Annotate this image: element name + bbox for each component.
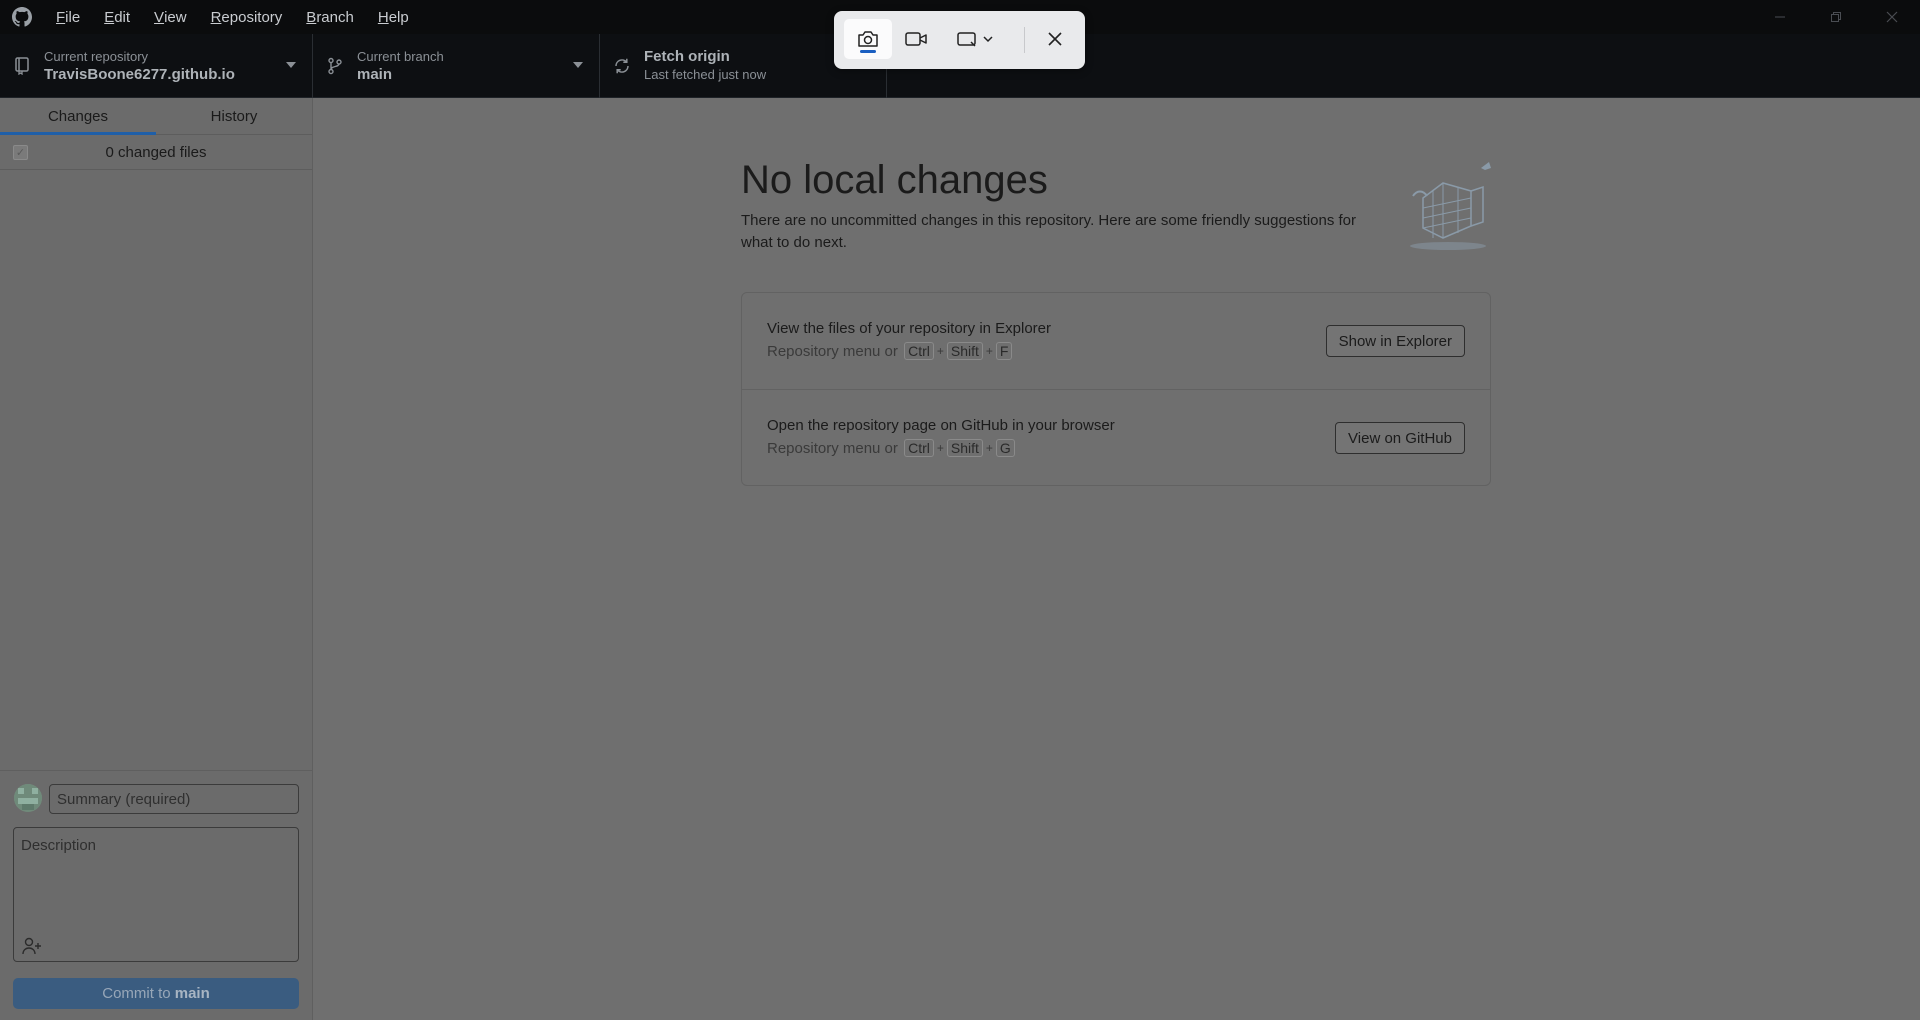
current-branch-label: Current branch [357, 49, 444, 64]
description-input[interactable] [14, 828, 298, 928]
menu-help[interactable]: Help [366, 0, 421, 34]
suggestion-title: View the files of your repository in Exp… [767, 320, 1052, 337]
commit-panel: Commit to main [0, 770, 312, 1020]
view-on-github-button[interactable]: View on GitHub [1335, 422, 1465, 454]
suggestions-list: View the files of your repository in Exp… [741, 292, 1491, 486]
tab-changes[interactable]: Changes [0, 98, 156, 135]
plus-icon: + [985, 441, 993, 455]
menu-branch[interactable]: Branch [294, 0, 366, 34]
menu-edit[interactable]: Edit [92, 0, 142, 34]
intro-text: There are no uncommitted changes in this… [741, 212, 1357, 251]
key-shift: Shift [946, 439, 983, 457]
plus-icon: + [985, 344, 993, 358]
video-icon[interactable] [892, 19, 940, 59]
current-repository-label: Current repository [44, 49, 149, 64]
sidebar: Changes History ✓ 0 changed files Commit… [0, 98, 313, 1020]
suggestion-shortcut: Repository menu or Ctrl + Shift + G [767, 439, 1017, 457]
menu-view[interactable]: View [142, 0, 199, 34]
suggestion-title: Open the repository page on GitHub in yo… [767, 417, 1115, 434]
add-coauthor-icon[interactable] [19, 935, 45, 957]
restore-icon[interactable] [1808, 0, 1864, 34]
page-title: No local changes [741, 158, 1048, 202]
current-repository-value: TravisBoone6277.github.io [44, 66, 235, 83]
current-branch-value: main [357, 66, 393, 83]
current-branch-dropdown[interactable]: Current branch main [313, 34, 600, 98]
snipping-toolbar [834, 11, 1085, 69]
menu-bar: File Edit View Repository Branch Help [44, 0, 421, 34]
description-box [13, 827, 299, 962]
camera-icon[interactable] [844, 19, 892, 59]
key-f: F [995, 342, 1013, 360]
suggestion-explorer: View the files of your repository in Exp… [742, 293, 1490, 389]
last-fetched-text: Last fetched just now [644, 67, 767, 82]
commit-button-branch: main [174, 985, 210, 1002]
sidebar-tabs: Changes History [0, 98, 312, 135]
plus-icon: + [936, 441, 944, 455]
suggestion-shortcut: Repository menu or Ctrl + Shift + F [767, 342, 1014, 360]
key-shift: Shift [946, 342, 983, 360]
main-content: No local changes There are no uncommitte… [313, 98, 1920, 1020]
sync-icon [600, 57, 644, 75]
menu-repository[interactable]: Repository [199, 0, 295, 34]
menu-file[interactable]: File [44, 0, 92, 34]
tab-history[interactable]: History [156, 98, 312, 134]
github-icon [0, 0, 44, 34]
suggestion-hint: Repository menu or [767, 439, 898, 457]
minimize-icon[interactable] [1752, 0, 1808, 34]
key-ctrl: Ctrl [904, 439, 934, 457]
window-controls [1752, 0, 1920, 34]
divider [1024, 27, 1025, 53]
fetch-origin-label: Fetch origin [644, 48, 730, 65]
suggestion-github: Open the repository page on GitHub in yo… [742, 389, 1490, 485]
close-window-icon[interactable] [1864, 0, 1920, 34]
current-repository-dropdown[interactable]: Current repository TravisBoone6277.githu… [0, 34, 313, 98]
show-in-explorer-button[interactable]: Show in Explorer [1325, 325, 1465, 357]
commit-button-prefix: Commit to [102, 985, 175, 1002]
chevron-down-icon [573, 62, 583, 68]
select-all-checkbox[interactable]: ✓ [13, 144, 28, 160]
commit-button[interactable]: Commit to main [13, 978, 299, 1009]
changed-files-count: 0 changed files [105, 143, 207, 161]
rectangle-snip-icon[interactable] [946, 19, 1008, 59]
key-ctrl: Ctrl [904, 342, 934, 360]
repo-icon [0, 57, 44, 75]
plus-icon: + [936, 344, 944, 358]
avatar [14, 784, 42, 812]
no-changes-illustration [1403, 158, 1503, 253]
suggestion-hint: Repository menu or [767, 342, 898, 360]
chevron-down-icon [286, 62, 296, 68]
close-icon[interactable] [1031, 19, 1079, 59]
summary-input[interactable] [49, 784, 299, 814]
changed-files-header: ✓ 0 changed files [0, 135, 312, 170]
branch-icon [313, 57, 357, 75]
key-g: G [995, 439, 1015, 457]
